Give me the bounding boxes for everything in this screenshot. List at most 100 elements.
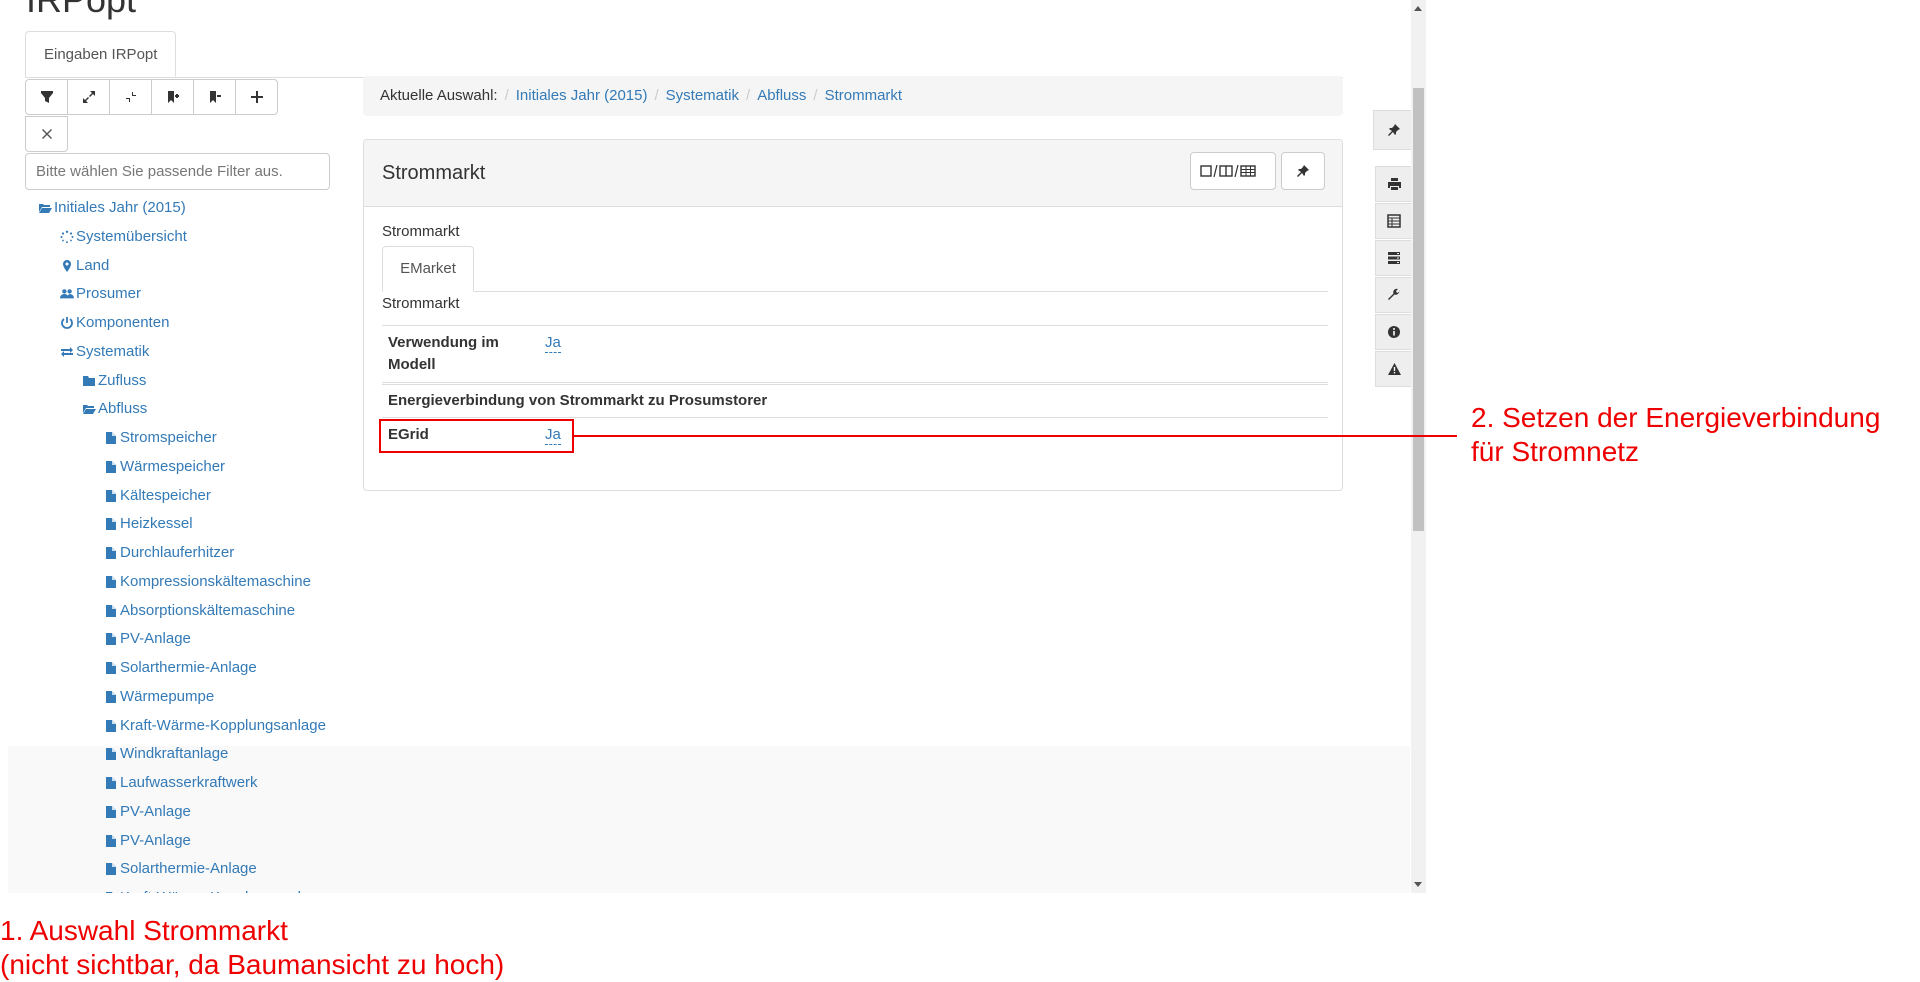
tree-node-label: Solarthermie-Anlage — [120, 860, 257, 878]
scroll-down-arrow[interactable] — [1414, 882, 1422, 887]
warning-button[interactable] — [1375, 351, 1413, 387]
divider — [382, 384, 1328, 385]
panel-pin-button[interactable] — [1281, 152, 1325, 190]
file-icon — [104, 891, 118, 893]
tab-eingaben-irpopt[interactable]: Eingaben IRPopt — [25, 31, 177, 77]
tree-node-label: Durchlauferhitzer — [120, 544, 235, 561]
bookmark-remove-button[interactable] — [193, 79, 236, 115]
filter-icon — [40, 91, 53, 103]
tree-leaf[interactable]: Kältespeicher — [104, 486, 211, 506]
expand-all-button[interactable] — [67, 79, 110, 115]
panel-header: Strommarkt — [364, 140, 1342, 207]
tree-toolbar — [25, 79, 278, 115]
side-toolbar — [1375, 166, 1413, 388]
server-icon — [1388, 252, 1400, 264]
map-marker-icon — [60, 259, 74, 273]
info-button[interactable] — [1375, 314, 1413, 350]
tree-leaf[interactable]: PV-Anlage — [104, 802, 191, 822]
tree-leaf[interactable]: Solarthermie-Anlage — [104, 658, 257, 678]
tree-leaf[interactable]: Kraft-Wärme-Kopplungsanlage — [104, 716, 326, 736]
tree-leaf[interactable]: Windkraftanlage — [104, 744, 228, 764]
breadcrumb-separator: / — [654, 87, 659, 104]
side-pin-button[interactable] — [1373, 110, 1414, 150]
section-label: Strommarkt — [382, 223, 460, 240]
view-mode-button[interactable] — [1190, 152, 1276, 190]
breadcrumb-separator: / — [504, 87, 509, 104]
thumbtack-icon — [1297, 165, 1309, 177]
folder-open-icon — [82, 402, 96, 416]
breadcrumb-separator: / — [813, 87, 818, 104]
add-button[interactable] — [235, 79, 278, 115]
clear-filter-button[interactable] — [25, 116, 68, 152]
filter-button[interactable] — [25, 79, 68, 115]
settings-button[interactable] — [1375, 277, 1413, 313]
page-scrollbar[interactable] — [1411, 0, 1426, 893]
tree-leaf[interactable]: PV-Anlage — [104, 831, 191, 851]
tree-leaf[interactable]: Absorptionskältemaschine — [104, 601, 295, 621]
tree-node-label: Laufwasserkraftwerk — [120, 774, 258, 791]
spinner-icon — [60, 230, 74, 244]
tree-leaf[interactable]: Durchlauferhitzer — [104, 543, 234, 563]
tree-leaf[interactable]: Wärmepumpe — [104, 687, 214, 707]
file-icon — [104, 805, 118, 819]
file-icon — [104, 690, 118, 704]
tree-node-label: Zufluss — [98, 371, 147, 389]
tree-node[interactable]: Systemübersicht — [60, 227, 187, 247]
file-icon — [104, 546, 118, 560]
tree-leaf[interactable]: Laufwasserkraftwerk — [104, 773, 258, 793]
field-label-verwendung-line2: Modell — [388, 356, 436, 373]
tree-leaf[interactable]: Wärmespeicher — [104, 457, 225, 477]
main-tab-strip: Eingaben IRPopt — [25, 31, 1343, 78]
wrench-icon — [1388, 288, 1400, 300]
tree-leaf[interactable]: Solarthermie-Anlage — [104, 859, 257, 879]
tree-leaf[interactable]: Kraft-Wärme-Kopplungsanlage — [104, 888, 326, 893]
tree-leaf[interactable]: Kompressionskältemaschine — [104, 572, 311, 592]
table-button[interactable] — [1375, 203, 1413, 239]
file-icon — [104, 834, 118, 848]
tree-node-label: Wärmepumpe — [120, 687, 215, 705]
users-icon — [60, 287, 74, 301]
tree-node[interactable]: Komponenten — [60, 313, 169, 333]
breadcrumb-item[interactable]: Strommarkt — [825, 87, 903, 104]
breadcrumb-item[interactable]: Abfluss — [757, 87, 806, 104]
breadcrumb-label: Aktuelle Auswahl: — [380, 87, 498, 104]
scroll-thumb[interactable] — [1413, 88, 1424, 531]
breadcrumb-item[interactable]: Systematik — [666, 87, 739, 104]
tree-node-label: PV-Anlage — [120, 630, 191, 648]
tree-node[interactable]: Prosumer — [60, 284, 141, 304]
server-button[interactable] — [1375, 240, 1413, 276]
print-button[interactable] — [1375, 166, 1413, 202]
tree-node-label: Solarthermie-Anlage — [120, 659, 257, 676]
tree-leaf[interactable]: PV-Anlage — [104, 629, 191, 649]
warning-icon — [1387, 363, 1401, 375]
tree-filter-input[interactable] — [25, 153, 330, 190]
folder-icon — [82, 374, 96, 388]
file-icon — [104, 489, 118, 503]
app-title: IRPopt — [26, 0, 136, 18]
divider — [382, 291, 1328, 292]
file-icon — [104, 604, 118, 618]
thumbtack-icon — [1387, 124, 1400, 136]
file-icon — [104, 661, 118, 675]
field-value-verwendung[interactable]: Ja — [545, 334, 561, 353]
file-icon — [104, 517, 118, 531]
tab-emarket[interactable]: EMarket — [382, 246, 474, 292]
tree-node[interactable]: Land — [60, 256, 109, 276]
breadcrumb-item[interactable]: Initiales Jahr (2015) — [516, 87, 648, 104]
tree-node-label: Wärmespeicher — [120, 457, 226, 475]
collapse-all-button[interactable] — [109, 79, 152, 115]
tree-node[interactable]: Zufluss — [82, 371, 146, 391]
tree-node[interactable]: Systematik — [60, 342, 149, 362]
tree-node-label: Abfluss — [98, 400, 148, 418]
tree-leaf[interactable]: Heizkessel — [104, 514, 193, 534]
scroll-up-arrow[interactable] — [1414, 6, 1422, 11]
tree-node-label: Stromspeicher — [120, 429, 217, 446]
tree-node[interactable]: Abfluss — [82, 399, 147, 419]
bookmark-add-button[interactable] — [151, 79, 194, 115]
tree-node-root[interactable]: Initiales Jahr (2015) — [38, 198, 186, 218]
tree-node-label: Prosumer — [76, 285, 142, 303]
annotation-2-line2: für Stromnetz — [1471, 436, 1640, 467]
tree-leaf[interactable]: Stromspeicher — [104, 428, 217, 448]
annotation-1-line2: (nicht sichtbar, da Baumansicht zu hoch) — [0, 949, 505, 980]
expand-icon — [82, 91, 95, 103]
